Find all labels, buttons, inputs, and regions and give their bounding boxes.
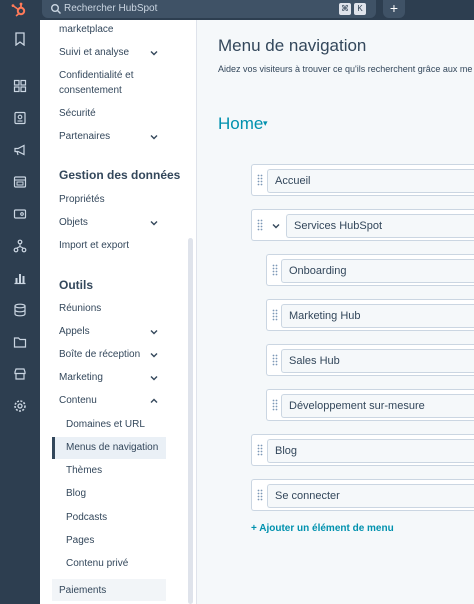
menu-item-label-input[interactable]: Blog xyxy=(267,439,474,463)
sidebar-subitem-podcasts[interactable]: Podcasts xyxy=(66,510,107,525)
menu-item-row[interactable]: Blog xyxy=(251,434,474,466)
menu-item-row[interactable]: Accueil xyxy=(251,164,474,196)
chevron-down-icon[interactable] xyxy=(149,327,159,337)
sidebar-item-objects[interactable]: Objets xyxy=(59,215,179,230)
menu-item-row[interactable]: Se connecter xyxy=(251,479,474,511)
contacts-icon[interactable] xyxy=(13,111,27,125)
sidebar-item-calls[interactable]: Appels xyxy=(59,324,179,339)
add-menu-item-link[interactable]: + Ajouter un élément de menu xyxy=(251,523,394,534)
top-navigation-bar: Rechercher HubSpot ⌘ K + xyxy=(0,0,474,20)
menu-item-label-input[interactable]: Développement sur-mesure xyxy=(281,394,474,418)
bookmark-icon[interactable] xyxy=(13,32,27,46)
sidebar-item-marketing[interactable]: Marketing xyxy=(59,370,179,385)
chevron-down-icon[interactable] xyxy=(149,132,159,142)
menu-item-label-input[interactable]: Onboarding xyxy=(281,259,474,283)
commerce-icon[interactable] xyxy=(13,207,27,221)
settings-sidebar: marketplace Suivi et analyse Confidentia… xyxy=(40,20,197,604)
sidebar-item-security[interactable]: Sécurité xyxy=(59,106,179,121)
sidebar-item-meetings[interactable]: Réunions xyxy=(59,301,179,316)
drag-handle-icon[interactable] xyxy=(272,264,278,276)
section-title-data-management: Gestion des données xyxy=(59,168,181,182)
chevron-up-icon[interactable] xyxy=(149,396,159,406)
sidebar-item-payments[interactable]: Paiements xyxy=(59,583,179,598)
create-new-button[interactable]: + xyxy=(383,0,405,18)
menu-subitem-row[interactable]: Sales Hub xyxy=(266,344,474,376)
menu-item-label-input[interactable]: Marketing Hub xyxy=(281,304,474,328)
drag-handle-icon[interactable] xyxy=(257,489,263,501)
sidebar-item-properties[interactable]: Propriétés xyxy=(59,192,179,207)
drag-handle-icon[interactable] xyxy=(257,219,263,231)
content-icon[interactable] xyxy=(13,175,27,189)
chevron-down-icon[interactable] xyxy=(149,350,159,360)
sidebar-subitem-blog[interactable]: Blog xyxy=(66,486,86,501)
sidebar-subitem-themes[interactable]: Thèmes xyxy=(66,463,102,478)
primary-nav-rail xyxy=(0,20,40,604)
sidebar-item-inbox[interactable]: Boîte de réception xyxy=(59,347,179,362)
drag-handle-icon[interactable] xyxy=(272,309,278,321)
menu-item-label-input[interactable]: Se connecter xyxy=(267,484,474,508)
hubspot-logo-icon[interactable] xyxy=(10,2,28,18)
shortcut-key-cmd: ⌘ xyxy=(339,3,351,15)
reports-icon[interactable] xyxy=(13,271,27,285)
sidebar-item-marketplace[interactable]: marketplace xyxy=(59,22,179,37)
drag-handle-icon[interactable] xyxy=(272,354,278,366)
sidebar-subitem-private-content[interactable]: Contenu privé xyxy=(66,556,128,571)
sidebar-item-privacy[interactable]: Confidentialité et consentement xyxy=(59,68,179,98)
chevron-down-icon[interactable] xyxy=(149,373,159,383)
drag-handle-icon[interactable] xyxy=(272,399,278,411)
megaphone-icon[interactable] xyxy=(13,143,27,157)
drag-handle-icon[interactable] xyxy=(257,174,263,186)
collapse-chevron-icon[interactable] xyxy=(271,221,281,231)
menu-item-label-input[interactable]: Services HubSpot xyxy=(286,214,474,238)
sidebar-subitem-domains[interactable]: Domaines et URL xyxy=(66,417,145,432)
folder-icon[interactable] xyxy=(13,335,27,349)
shortcut-key-k: K xyxy=(354,3,366,15)
database-icon[interactable] xyxy=(13,303,27,317)
search-icon xyxy=(51,4,61,14)
menu-item-row[interactable]: Services HubSpot xyxy=(251,209,474,241)
menu-subitem-row[interactable]: Onboarding xyxy=(266,254,474,286)
sidebar-scrollbar-thumb[interactable] xyxy=(188,238,193,604)
main-content: Menu de navigation Aidez vos visiteurs à… xyxy=(198,20,474,604)
sidebar-item-partners[interactable]: Partenaires xyxy=(59,129,179,144)
drag-handle-icon[interactable] xyxy=(257,444,263,456)
sidebar-subitem-navigation-menus[interactable]: Menus de navigation xyxy=(66,440,158,455)
sidebar-item-tracking[interactable]: Suivi et analyse xyxy=(59,45,179,60)
sidebar-item-import-export[interactable]: Import et export xyxy=(59,238,179,253)
menu-selector[interactable]: Home xyxy=(218,114,263,134)
search-placeholder: Rechercher HubSpot xyxy=(64,3,158,14)
chevron-down-icon[interactable] xyxy=(149,218,159,228)
menu-selector-caret-icon[interactable]: ▾ xyxy=(263,118,268,129)
page-title: Menu de navigation xyxy=(218,36,367,55)
global-search-input[interactable]: Rechercher HubSpot ⌘ K xyxy=(42,0,376,18)
menu-subitem-row[interactable]: Marketing Hub xyxy=(266,299,474,331)
sidebar-item-content[interactable]: Contenu xyxy=(59,393,179,408)
workflow-icon[interactable] xyxy=(13,239,27,253)
menu-item-label-input[interactable]: Sales Hub xyxy=(281,349,474,373)
settings-icon[interactable] xyxy=(13,399,27,413)
chevron-down-icon[interactable] xyxy=(149,48,159,58)
section-title-tools: Outils xyxy=(59,278,94,292)
menu-subitem-row[interactable]: Développement sur-mesure xyxy=(266,389,474,421)
sidebar-subitem-pages[interactable]: Pages xyxy=(66,533,94,548)
menu-item-label-input[interactable]: Accueil xyxy=(267,169,474,193)
page-description: Aidez vos visiteurs à trouver ce qu'ils … xyxy=(218,64,473,74)
store-icon[interactable] xyxy=(13,367,27,381)
grid-icon[interactable] xyxy=(13,79,27,93)
